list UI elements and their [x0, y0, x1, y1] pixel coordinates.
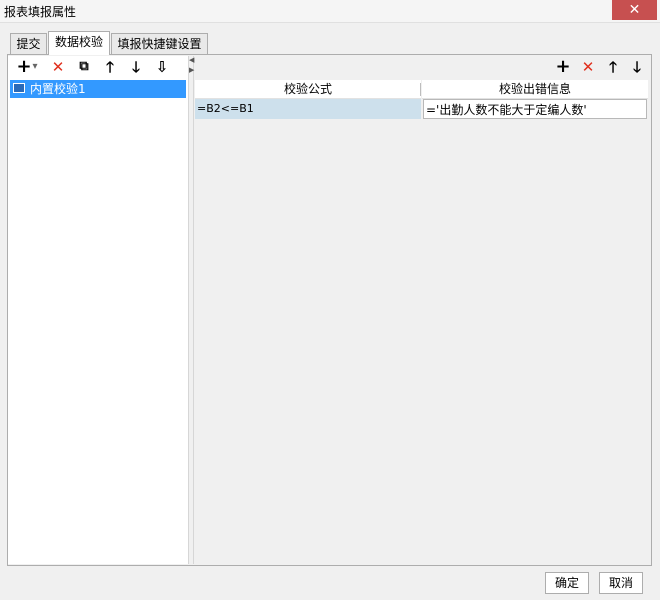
move-down-icon: 🡓: [132, 58, 140, 76]
formula-cell[interactable]: =B2<=B1: [195, 99, 421, 119]
collapse-left-icon[interactable]: ◀: [189, 56, 194, 64]
delete-row-button[interactable]: ✕: [578, 58, 598, 76]
dropdown-arrow-icon: ▾: [32, 61, 38, 72]
cancel-button[interactable]: 取消: [599, 572, 643, 594]
add-row-button[interactable]: +: [553, 58, 573, 76]
validation-detail-pane: + ✕ 🡑 🡓 校验公式 校验出错信息 =B2<=B1 ='出勤人数不能大于定编…: [195, 56, 651, 564]
right-toolbar: + ✕ 🡑 🡓: [195, 56, 651, 78]
error-message-cell[interactable]: ='出勤人数不能大于定编人数': [423, 99, 647, 119]
window-title: 报表填报属性: [4, 5, 77, 19]
column-header-error-message: 校验出错信息: [422, 80, 648, 99]
close-button[interactable]: ✕: [612, 0, 657, 20]
tab-label: 提交: [16, 37, 41, 51]
copy-button[interactable]: ⧉: [74, 58, 94, 76]
delete-icon: ✕: [581, 58, 595, 76]
validation-list-pane: + ▾ ✕ ⧉ 🡑 🡓 ⇩ 内置校验1: [8, 56, 189, 564]
ok-button[interactable]: 确定: [545, 572, 589, 594]
delete-icon: ✕: [51, 58, 65, 76]
title-bar: 报表填报属性 ✕: [0, 0, 660, 23]
move-row-down-button[interactable]: 🡓: [627, 58, 647, 76]
collapse-right-icon[interactable]: ▶: [189, 66, 194, 74]
move-down-icon: 🡓: [633, 58, 641, 76]
tab-label: 填报快捷键设置: [117, 37, 202, 51]
close-icon: ✕: [628, 2, 641, 18]
tab-data-validation[interactable]: 数据校验: [48, 31, 110, 55]
column-divider[interactable]: [420, 83, 421, 96]
column-header-formula: 校验公式: [195, 80, 421, 99]
sort-icon: ⇩: [155, 58, 169, 76]
move-up-icon: 🡑: [609, 58, 617, 76]
pane-splitter[interactable]: ◀ ▶: [188, 56, 194, 564]
tab-label: 数据校验: [54, 35, 103, 49]
tab-submit[interactable]: 提交: [10, 33, 47, 54]
move-row-up-button[interactable]: 🡑: [603, 58, 623, 76]
move-up-icon: 🡑: [106, 58, 114, 76]
add-dropdown-button[interactable]: ▾: [30, 58, 40, 76]
sort-button[interactable]: ⇩: [152, 58, 172, 76]
move-down-button[interactable]: 🡓: [126, 58, 146, 76]
add-icon: +: [555, 56, 571, 77]
move-up-button[interactable]: 🡑: [100, 58, 120, 76]
tab-shortcut-settings[interactable]: 填报快捷键设置: [111, 33, 208, 54]
copy-icon: ⧉: [79, 59, 89, 74]
validation-item-icon: [13, 83, 25, 93]
delete-button[interactable]: ✕: [48, 58, 68, 76]
left-toolbar: + ▾ ✕ ⧉ 🡑 🡓 ⇩: [8, 56, 188, 78]
tree-item-builtin-validation[interactable]: 内置校验1: [10, 80, 186, 98]
tree-item-label: 内置校验1: [30, 82, 86, 96]
